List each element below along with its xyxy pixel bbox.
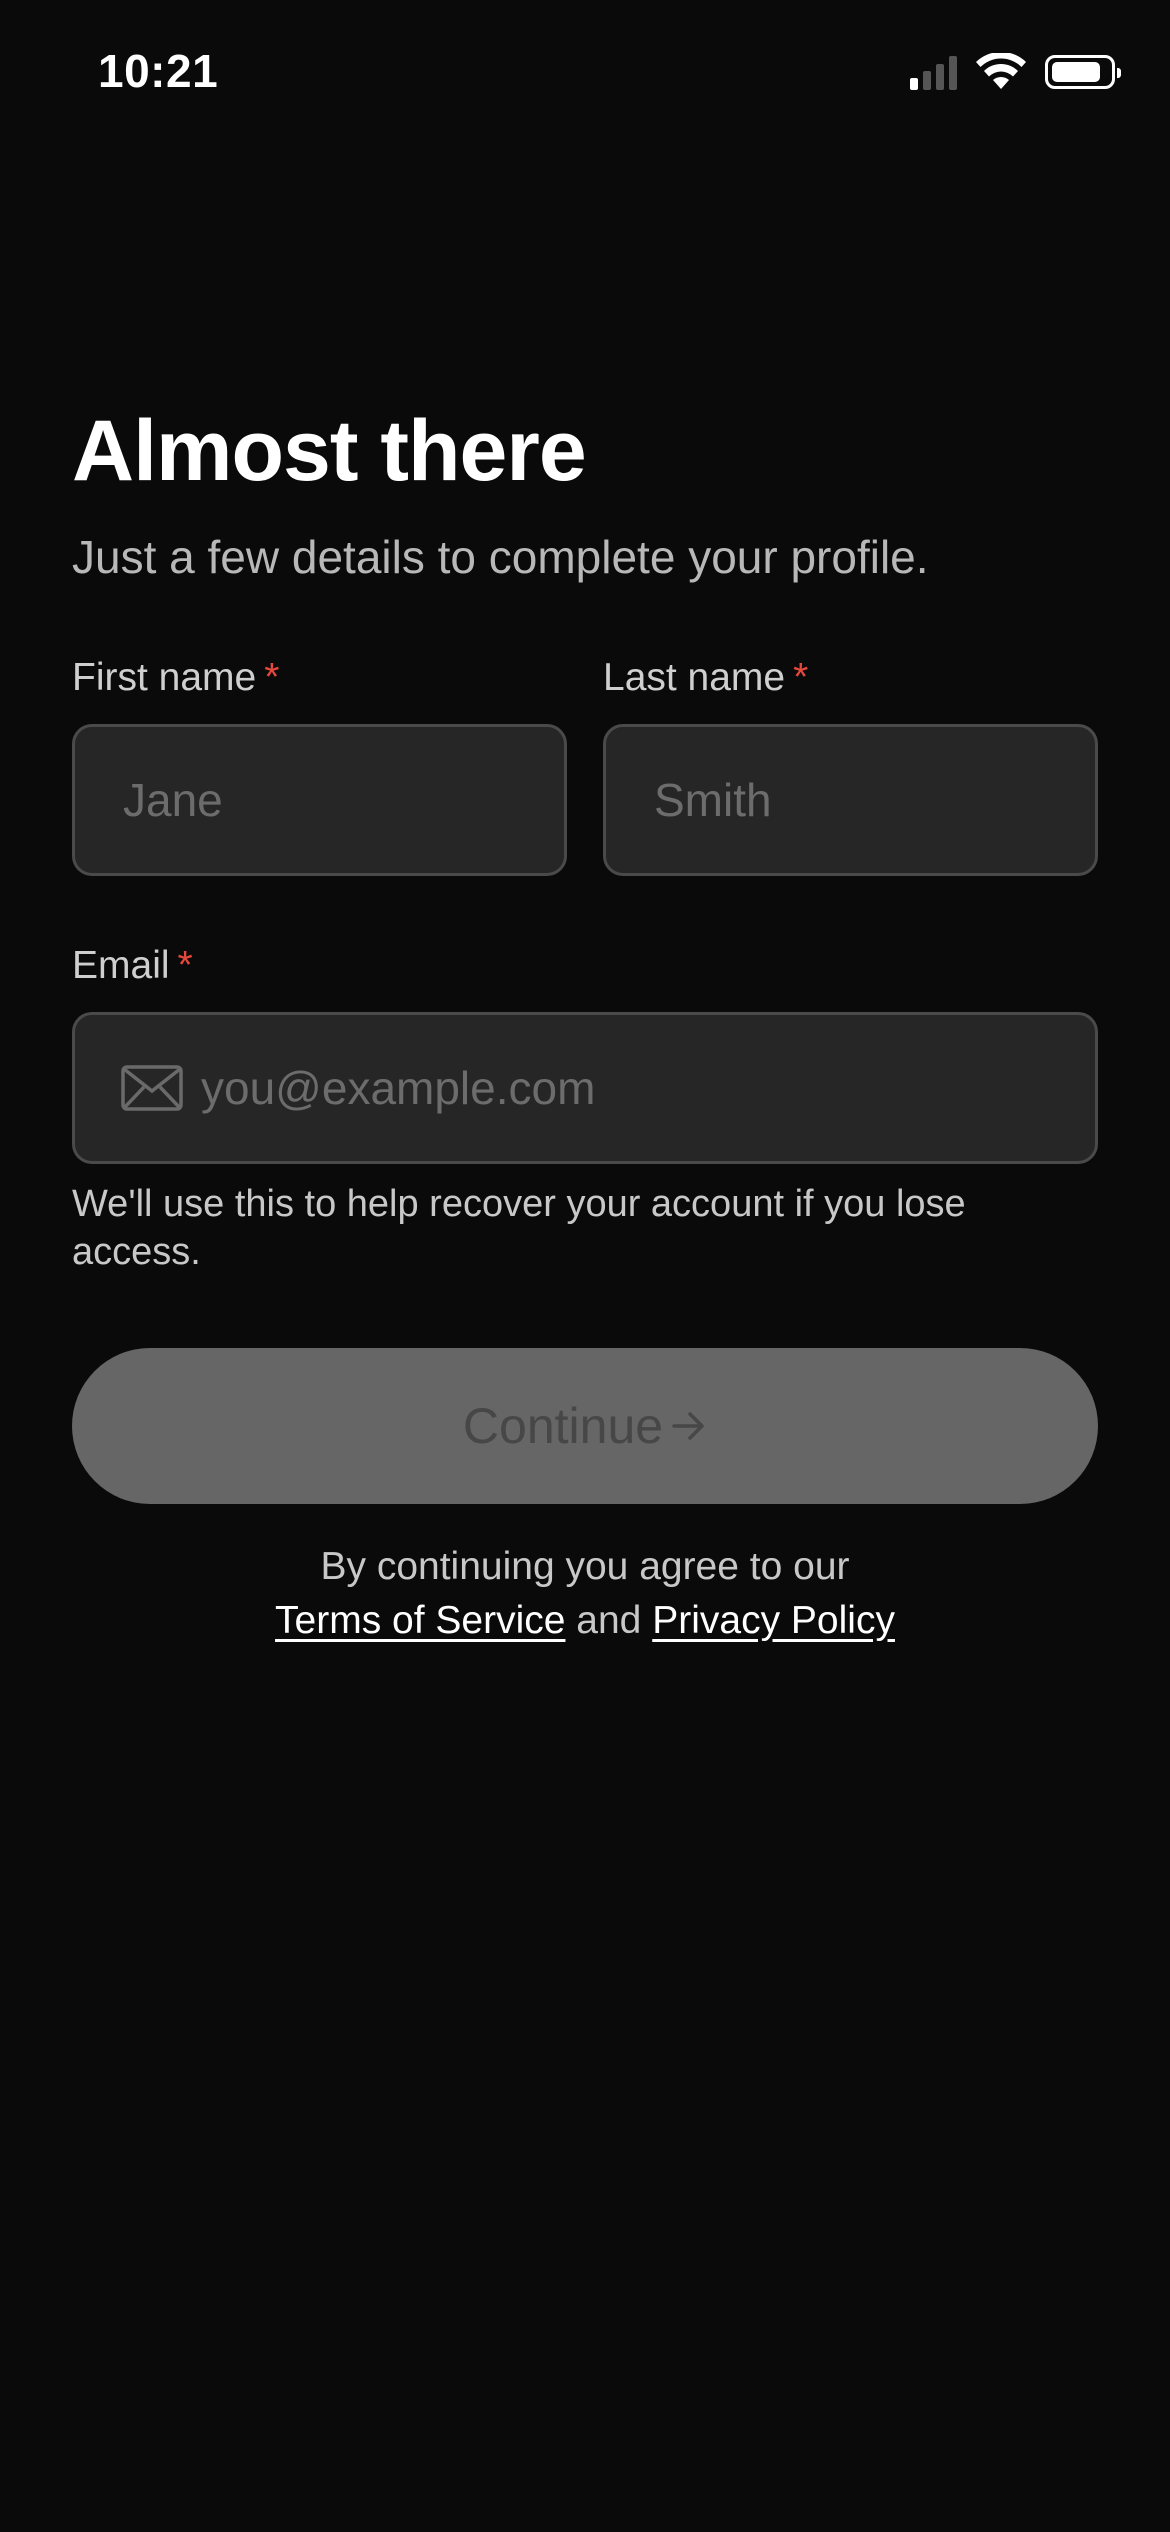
arrow-right-icon [671, 1410, 707, 1442]
legal-prefix: By continuing you agree to our [320, 1545, 850, 1588]
email-label: Email * [72, 944, 193, 988]
legal-conjunction: and [576, 1599, 642, 1642]
wifi-icon [975, 53, 1027, 91]
required-mark: * [177, 944, 193, 987]
legal-text: By continuing you agree to our Terms of … [0, 1540, 1170, 1648]
signal-icon [910, 54, 957, 90]
mail-icon [121, 1065, 183, 1111]
required-mark: * [793, 656, 809, 699]
first-name-field[interactable] [72, 724, 567, 876]
status-time: 10:21 [98, 45, 219, 97]
required-mark: * [264, 656, 280, 699]
email-helper-text: We'll use this to help recover your acco… [72, 1183, 966, 1273]
battery-icon [1045, 55, 1121, 89]
page-subtitle: Just a few details to complete your prof… [72, 531, 929, 583]
continue-button[interactable]: Continue [72, 1348, 1098, 1504]
last-name-input[interactable] [606, 773, 1095, 827]
profile-setup-screen: 10:21 Almost there Just a few details to… [0, 0, 1170, 2532]
first-name-label-text: First name [72, 656, 257, 699]
email-label-text: Email [72, 944, 170, 987]
email-input[interactable] [183, 1061, 1095, 1115]
first-name-label: First name * [72, 656, 279, 700]
terms-of-service-link[interactable]: Terms of Service [275, 1599, 565, 1642]
email-field[interactable] [72, 1012, 1098, 1164]
continue-button-label: Continue [462, 1398, 664, 1454]
legal-links: Terms of Service and Privacy Policy [0, 1594, 1170, 1648]
page-title: Almost there [72, 403, 587, 499]
status-bar: 10:21 [0, 0, 1170, 150]
first-name-input[interactable] [75, 773, 564, 827]
privacy-policy-link[interactable]: Privacy Policy [652, 1599, 895, 1642]
status-icons [910, 52, 1121, 92]
last-name-label-text: Last name [603, 656, 786, 699]
last-name-label: Last name * [603, 656, 808, 700]
last-name-field[interactable] [603, 724, 1098, 876]
